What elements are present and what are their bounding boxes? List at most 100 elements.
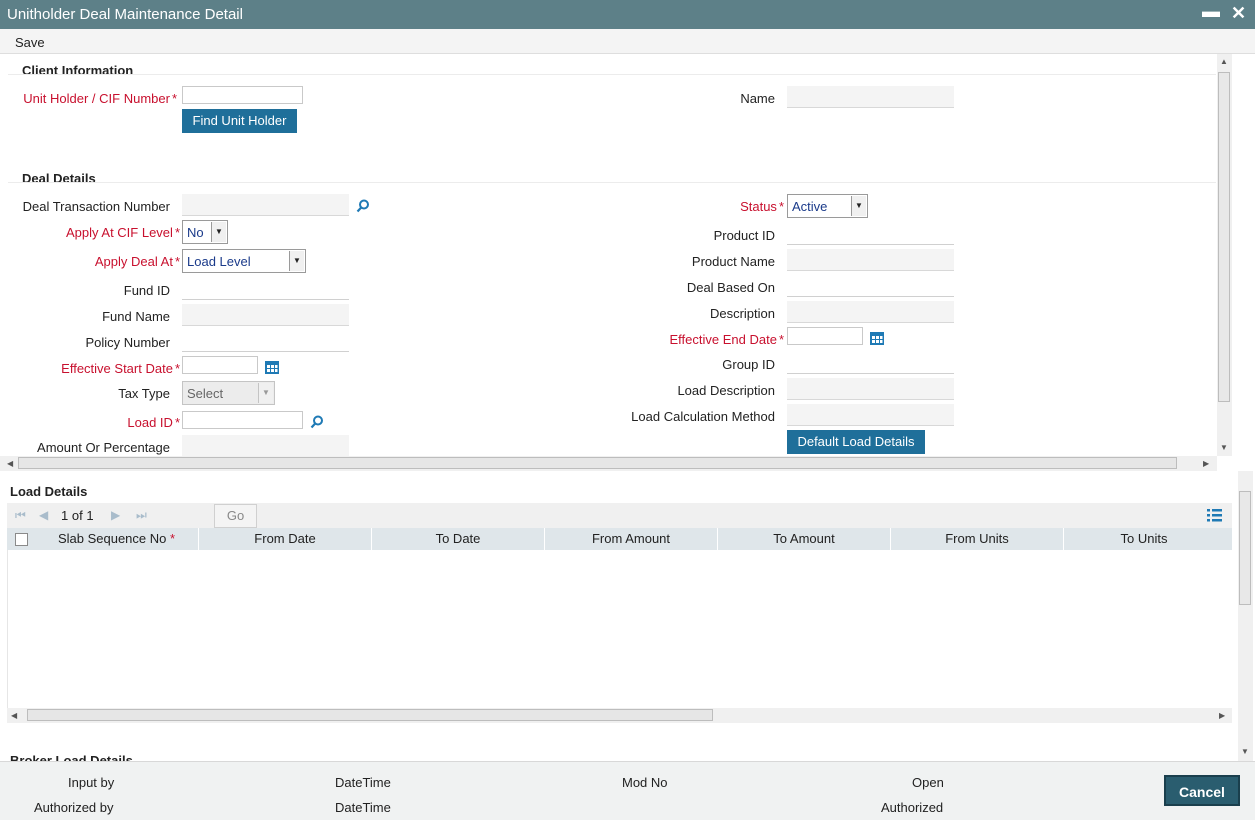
search-icon[interactable]	[356, 199, 370, 213]
load-description-field	[787, 378, 954, 400]
scroll-down-icon[interactable]: ▼	[1241, 747, 1249, 756]
last-page-icon[interactable]: ⏭	[136, 508, 147, 523]
unit-holder-input[interactable]	[182, 86, 303, 104]
tax-type-select: Select ▼	[182, 381, 275, 405]
load-details-heading: Load Details	[10, 484, 88, 499]
save-button[interactable]: Save	[15, 35, 45, 50]
scroll-left-icon[interactable]: ◀	[11, 711, 17, 720]
input-by-label: Input by	[68, 775, 115, 790]
authorized-by-label: Authorized by	[34, 800, 114, 815]
load-id-input[interactable]	[182, 411, 303, 429]
close-icon[interactable]: ✕	[1231, 3, 1246, 24]
form-area: Client Information Unit Holder / CIF Num…	[0, 54, 1217, 456]
page-vertical-scrollbar[interactable]: ▼	[1238, 471, 1253, 761]
deal-details-heading: Deal Details	[22, 171, 96, 186]
section-divider	[8, 74, 1216, 75]
unit-holder-label: Unit Holder / CIF Number *	[23, 91, 177, 106]
group-id-field[interactable]	[787, 352, 954, 374]
client-info-heading: Client Information	[22, 63, 134, 78]
effective-end-date-label: Effective End Date *	[669, 332, 785, 347]
scroll-thumb[interactable]	[18, 457, 1177, 469]
previous-page-icon[interactable]: ◀	[39, 508, 48, 522]
minimize-icon[interactable]: ▬	[1202, 1, 1220, 22]
fund-id-field[interactable]	[182, 278, 349, 300]
grid-body	[7, 550, 1232, 708]
broker-load-details-heading: Broker Load Details	[10, 753, 133, 761]
datetime-label: DateTime	[335, 800, 391, 815]
fund-name-label: Fund Name	[102, 309, 170, 324]
title-bar: Unitholder Deal Maintenance Detail ▬ ✕	[0, 0, 1255, 29]
status-label: Status *	[740, 199, 784, 214]
scroll-down-icon[interactable]: ▼	[1220, 443, 1228, 452]
policy-number-field[interactable]	[182, 330, 349, 352]
grid-header: Slab Sequence No * From Date To Date Fro…	[7, 528, 1232, 550]
column-header[interactable]: From Units	[891, 528, 1064, 550]
select-all-checkbox[interactable]	[15, 533, 28, 546]
product-id-field[interactable]	[787, 223, 954, 245]
column-header[interactable]: Slab Sequence No *	[35, 528, 199, 550]
go-button[interactable]: Go	[214, 504, 257, 528]
scroll-right-icon[interactable]: ▶	[1203, 459, 1209, 468]
calendar-icon[interactable]	[264, 359, 280, 375]
effective-end-date-input[interactable]	[787, 327, 863, 345]
effective-start-date-input[interactable]	[182, 356, 258, 374]
effective-start-date-label: Effective Start Date *	[61, 361, 180, 376]
datetime-label: DateTime	[335, 775, 391, 790]
calendar-icon[interactable]	[869, 330, 885, 346]
grid-horizontal-scrollbar[interactable]: ◀ ▶	[7, 708, 1232, 723]
apply-deal-at-label: Apply Deal At *	[94, 254, 180, 269]
form-vertical-scrollbar[interactable]: ▲ ▼	[1217, 54, 1232, 456]
open-status-label: Open	[912, 775, 944, 790]
form-horizontal-scrollbar[interactable]: ◀ ▶	[0, 456, 1217, 471]
group-id-label: Group ID	[722, 357, 775, 372]
column-header[interactable]: To Amount	[718, 528, 891, 550]
column-header[interactable]: From Date	[199, 528, 372, 550]
amount-or-percentage-field	[182, 435, 349, 456]
load-id-label: Load ID *	[127, 415, 180, 430]
fund-id-label: Fund ID	[123, 283, 170, 298]
first-page-icon[interactable]: ⏮	[15, 508, 26, 523]
section-divider	[8, 182, 1216, 183]
scroll-up-icon[interactable]: ▲	[1220, 57, 1228, 66]
scroll-right-icon[interactable]: ▶	[1219, 711, 1225, 720]
apply-cif-label: Apply At CIF Level *	[65, 225, 180, 240]
next-page-icon[interactable]: ▶	[111, 508, 120, 522]
deal-transaction-field	[182, 194, 349, 216]
policy-number-label: Policy Number	[85, 335, 170, 350]
deal-transaction-label: Deal Transaction Number	[22, 199, 170, 214]
audit-footer: Input by Authorized by DateTime DateTime…	[0, 761, 1255, 820]
amount-or-percentage-label: Amount Or Percentage	[37, 440, 170, 455]
product-id-label: Product ID	[713, 228, 775, 243]
product-name-label: Product Name	[691, 254, 775, 269]
scroll-thumb[interactable]	[1218, 72, 1230, 402]
fund-name-field	[182, 304, 349, 326]
load-calculation-method-field	[787, 404, 954, 426]
deal-based-on-label: Deal Based On	[686, 280, 775, 295]
scroll-thumb[interactable]	[1239, 491, 1251, 605]
scroll-thumb[interactable]	[27, 709, 713, 721]
column-header[interactable]: From Amount	[545, 528, 718, 550]
cancel-button[interactable]: Cancel	[1164, 775, 1240, 806]
deal-based-on-field[interactable]	[787, 275, 954, 297]
window-title: Unitholder Deal Maintenance Detail	[7, 6, 243, 23]
load-calculation-method-label: Load Calculation Method	[631, 409, 775, 424]
apply-deal-at-select[interactable]: Load Level ▼	[182, 249, 306, 273]
find-unit-holder-button[interactable]: Find Unit Holder	[182, 109, 297, 133]
default-load-details-button[interactable]: Default Load Details	[787, 430, 925, 454]
product-name-field	[787, 249, 954, 271]
load-description-label: Load Description	[677, 383, 775, 398]
description-field	[787, 301, 954, 323]
apply-cif-select[interactable]: No ▼	[182, 220, 228, 244]
grid-pager: ⏮ ◀ 1 of 1 ▶ ⏭ Go	[7, 503, 1232, 528]
column-header[interactable]: To Date	[372, 528, 545, 550]
scroll-left-icon[interactable]: ◀	[7, 459, 13, 468]
name-field	[787, 86, 954, 108]
mod-no-label: Mod No	[622, 775, 668, 790]
toolbar: Save	[0, 29, 1255, 54]
column-header[interactable]: To Units	[1064, 528, 1224, 550]
search-icon[interactable]	[310, 415, 324, 429]
status-select[interactable]: Active ▼	[787, 194, 868, 218]
page-indicator: 1 of 1	[61, 508, 94, 523]
tax-type-label: Tax Type	[118, 386, 170, 401]
column-settings-icon[interactable]	[1207, 508, 1222, 522]
